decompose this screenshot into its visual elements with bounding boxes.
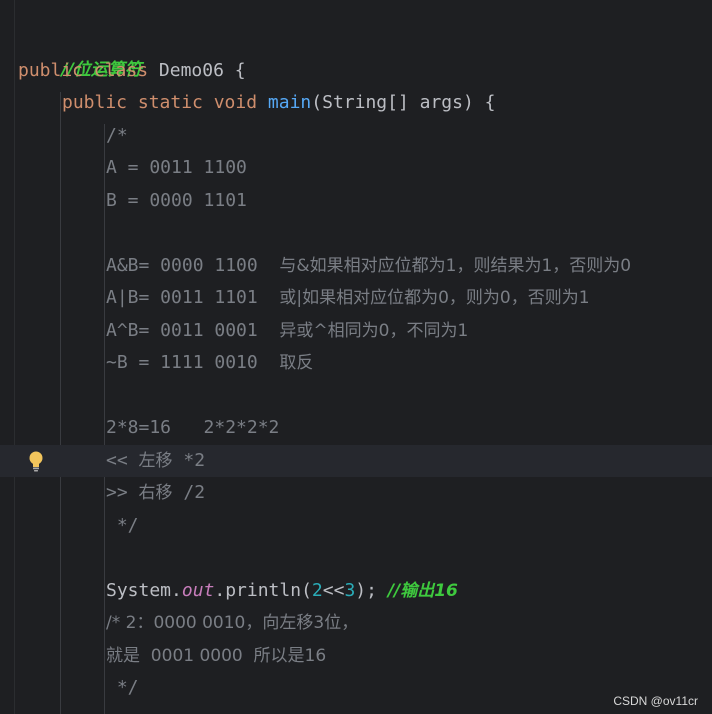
indent-guide	[60, 92, 61, 714]
method-name: main	[267, 92, 312, 113]
code-line-8: A&B= 0000 1100 与&如果相对应位都为1，则结果为1，否则为0	[106, 250, 631, 282]
comment-code: <<	[106, 450, 139, 471]
code-line-16: */	[106, 515, 139, 536]
class-name: Demo06 {	[158, 60, 246, 81]
method-println: .println(	[214, 580, 312, 601]
number-literal: 3	[344, 580, 356, 601]
comment-text: 就是 0001 0000 所以是16	[106, 646, 327, 666]
code-editor[interactable]: //位运算符 public class Demo06 { public stat…	[0, 0, 712, 714]
keyword-public-class: public class	[18, 60, 159, 81]
comment-code: ~B = 1111 0010	[106, 352, 280, 373]
comment-text: /* 2：0000 0010，向左移3位，	[106, 613, 359, 633]
code-line-1: //位运算符	[18, 22, 141, 80]
code-line-2: public class Demo06 {	[18, 55, 246, 87]
call-close: );	[355, 580, 388, 601]
code-line-21: */	[106, 677, 139, 698]
code-line-19: /* 2：0000 0010，向左移3位，	[106, 607, 358, 639]
comment-code: A^B= 0011 0001	[106, 320, 280, 341]
code-line-15: >> 右移 /2	[106, 477, 205, 509]
code-line-3: public static void main(String[] args) {	[62, 87, 496, 119]
comment-cn: 或|如果相对应位都为0，则为0，否则为1	[279, 288, 590, 308]
comment-cn: 取反	[279, 353, 314, 373]
comment-cn: 与&如果相对应位都为1，则结果为1，否则为0	[279, 256, 632, 276]
lightbulb-icon[interactable]	[27, 450, 45, 472]
comment-cn: 右移	[138, 483, 173, 503]
field-out: out	[181, 580, 215, 601]
code-line-10: A^B= 0011 0001 异或^相同为0，不同为1	[106, 315, 468, 347]
comment-code: A|B= 0011 1101	[106, 287, 280, 308]
code-line-4: /*	[106, 125, 128, 146]
code-line-11: ~B = 1111 0010 取反	[106, 347, 313, 379]
code-line-5: A = 0011 1100	[106, 157, 247, 178]
code-line-20: 就是 0001 0000 所以是16	[106, 640, 326, 672]
keyword-public-static-void: public static void	[62, 92, 268, 113]
comment-code: >>	[106, 482, 139, 503]
comment-code: *2	[172, 450, 206, 471]
comment-cn: 左移	[138, 451, 173, 471]
operator-shift: <<	[322, 580, 345, 601]
indent-guide	[104, 124, 105, 714]
comment-output: //输出16	[387, 581, 458, 601]
code-line-18: System.out.println(2<<3); //输出16	[106, 575, 458, 607]
code-line-9: A|B= 0011 1101 或|如果相对应位都为0，则为0，否则为1	[106, 282, 590, 314]
comment-cn: 异或^相同为0，不同为1	[279, 321, 469, 341]
gutter-separator	[14, 0, 15, 714]
class-ref-system: System.	[106, 580, 182, 601]
watermark: CSDN @ov11cr	[613, 694, 698, 708]
code-line-14: << 左移 *2	[106, 445, 205, 477]
number-literal: 2	[311, 580, 323, 601]
code-line-13: 2*8=16 2*2*2*2	[106, 417, 280, 438]
comment-code: /2	[172, 482, 206, 503]
method-params: (String[] args) {	[311, 92, 496, 113]
comment-code: A&B= 0000 1100	[106, 255, 280, 276]
code-line-6: B = 0000 1101	[106, 190, 247, 211]
